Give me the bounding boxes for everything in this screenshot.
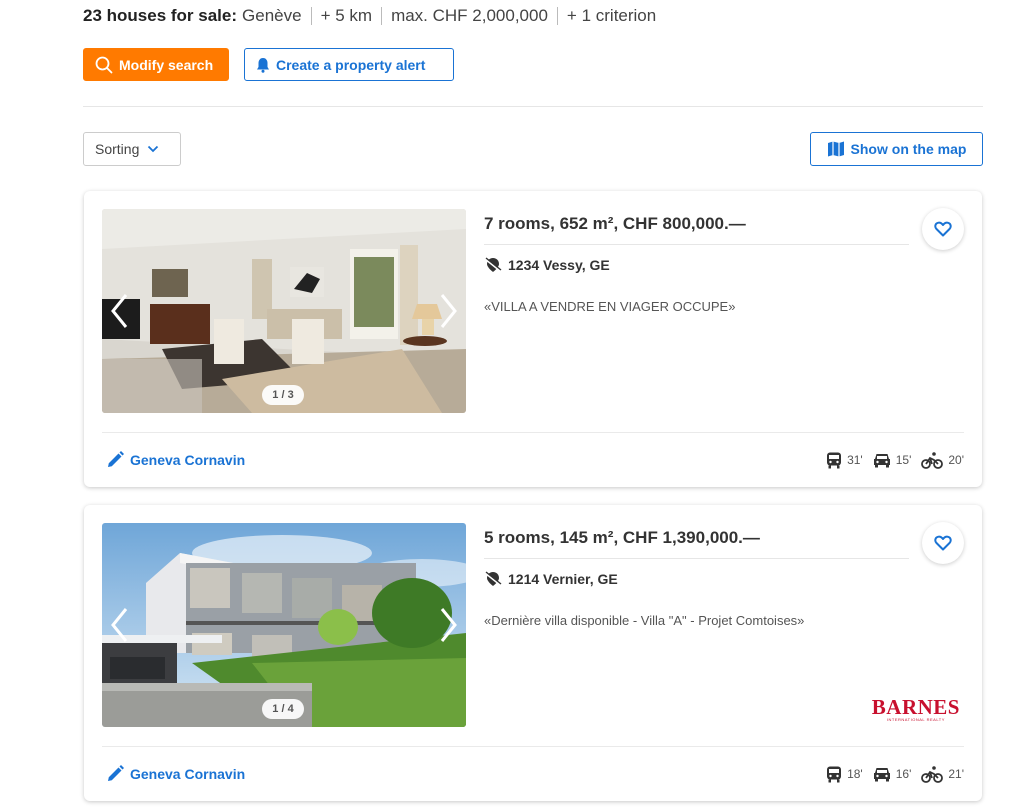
next-photo-arrow[interactable] (436, 291, 460, 331)
search-summary: 23 houses for sale: Genève + 5 km max. C… (83, 6, 656, 26)
bell-icon (257, 57, 269, 73)
listing-description: «Dernière villa disponible - Villa "A" -… (484, 613, 805, 628)
travel-car: 15' (873, 453, 912, 468)
modify-search-label: Modify search (119, 56, 214, 73)
location-pin-icon (484, 257, 502, 272)
listing-card[interactable]: 1 / 4 5 rooms, 145 m², CHF 1,390,000.— 1… (84, 505, 982, 801)
divider (102, 746, 964, 747)
car-time: 15' (895, 453, 912, 467)
photo-counter: 1 / 4 (262, 699, 304, 719)
listing-location: 1214 Vernier, GE (484, 571, 909, 587)
listing-title[interactable]: 5 rooms, 145 m², CHF 1,390,000.— (484, 523, 909, 559)
heart-icon (934, 221, 952, 237)
action-buttons: Modify search Create a property alert (83, 48, 454, 81)
listing-footer: Geneva Cornavin 31' 15' 20' (106, 448, 964, 472)
heart-icon (934, 535, 952, 551)
travel-bike: 21' (921, 765, 964, 783)
listing-info: 5 rooms, 145 m², CHF 1,390,000.— 1214 Ve… (484, 523, 909, 628)
transit-time: 31' (847, 453, 863, 467)
modify-search-button[interactable]: Modify search (83, 48, 229, 81)
travel-bike: 20' (921, 451, 964, 469)
filter-location: Genève (242, 6, 302, 25)
previous-photo-arrow[interactable] (108, 605, 132, 645)
location-pin-icon (484, 571, 502, 586)
sorting-dropdown[interactable]: Sorting (83, 132, 181, 166)
pencil-icon (108, 765, 124, 781)
location-text: 1234 Vessy, GE (508, 257, 610, 273)
map-icon (827, 141, 844, 157)
pencil-icon (108, 451, 124, 467)
listing-title[interactable]: 7 rooms, 652 m², CHF 800,000.— (484, 209, 909, 245)
filter-radius: + 5 km (320, 6, 373, 25)
listing-info: 7 rooms, 652 m², CHF 800,000.— 1234 Vess… (484, 209, 909, 314)
listing-description: «VILLA A VENDRE EN VIAGER OCCUPE» (484, 299, 736, 314)
separator (381, 7, 383, 25)
car-icon (873, 767, 890, 781)
travel-times: 18' 16' 21' (816, 765, 964, 783)
bike-time: 21' (948, 767, 964, 781)
travel-transit: 31' (826, 452, 863, 469)
divider (83, 106, 983, 107)
filter-criteria: + 1 criterion (566, 6, 657, 25)
favorite-button[interactable] (922, 208, 964, 250)
separator (556, 7, 558, 25)
bicycle-icon (921, 451, 944, 469)
chevron-down-icon (148, 145, 159, 153)
next-photo-arrow[interactable] (436, 605, 460, 645)
show-on-map-button[interactable]: Show on the map (810, 132, 983, 166)
car-time: 16' (895, 767, 912, 781)
living-room-photo (102, 209, 466, 413)
agency-logo[interactable]: BARNES INTERNATIONAL REALTY (871, 695, 960, 723)
travel-times: 31' 15' 20' (816, 451, 964, 469)
search-icon (95, 56, 113, 73)
bike-time: 20' (948, 453, 964, 467)
create-alert-button[interactable]: Create a property alert (244, 48, 454, 81)
transit-time: 18' (847, 767, 863, 781)
result-count: 23 houses for sale: (83, 6, 238, 25)
sorting-label: Sorting (95, 141, 140, 157)
listing-footer: Geneva Cornavin 18' 16' 21' (106, 762, 964, 786)
favorite-button[interactable] (922, 522, 964, 564)
separator (310, 7, 312, 25)
listing-photo[interactable]: 1 / 3 (102, 209, 466, 413)
agency-name: BARNES (871, 695, 960, 719)
location-text: 1214 Vernier, GE (508, 571, 618, 587)
divider (102, 432, 964, 433)
car-icon (873, 453, 890, 467)
travel-car: 16' (873, 767, 912, 782)
train-icon (827, 766, 842, 782)
listing-photo[interactable]: 1 / 4 (102, 523, 466, 727)
travel-transit: 18' (826, 766, 863, 783)
show-on-map-label: Show on the map (850, 141, 967, 157)
listing-location: 1234 Vessy, GE (484, 257, 909, 273)
photo-counter: 1 / 3 (262, 385, 304, 405)
reference-station-link[interactable]: Geneva Cornavin (106, 451, 245, 469)
train-icon (827, 452, 842, 468)
bicycle-icon (921, 765, 944, 783)
create-alert-label: Create a property alert (276, 56, 426, 73)
station-name: Geneva Cornavin (130, 766, 246, 782)
previous-photo-arrow[interactable] (108, 291, 132, 331)
filter-max-price: max. CHF 2,000,000 (391, 6, 548, 25)
listing-card[interactable]: 1 / 3 7 rooms, 652 m², CHF 800,000.— 123… (84, 191, 982, 487)
reference-station-link[interactable]: Geneva Cornavin (106, 765, 245, 783)
villa-exterior-photo (102, 523, 466, 727)
station-name: Geneva Cornavin (130, 452, 246, 468)
